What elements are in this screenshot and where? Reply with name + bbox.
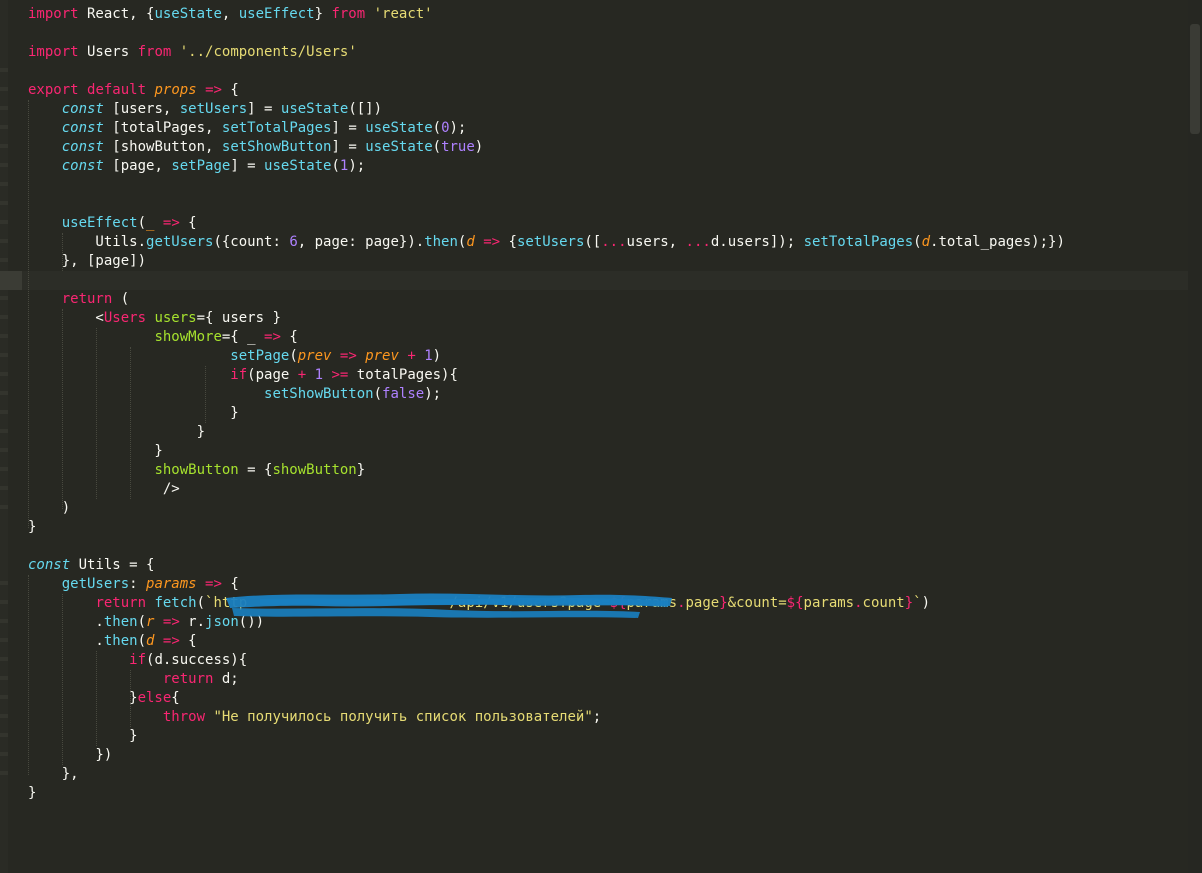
code-line[interactable]: if(page + 1 >= totalPages){ [28, 366, 1065, 385]
code-line[interactable]: }, [page]) [28, 252, 1065, 271]
code-line[interactable] [28, 271, 1065, 290]
code-line[interactable] [28, 537, 1065, 556]
code-line[interactable]: return ( [28, 290, 1065, 309]
code-line[interactable]: const [showButton, setShowButton] = useS… [28, 138, 1065, 157]
code-content[interactable]: import React, {useState, useEffect} from… [28, 5, 1065, 803]
vertical-scrollbar[interactable] [1188, 0, 1202, 873]
code-line[interactable]: } [28, 727, 1065, 746]
editor-gutter [0, 0, 8, 873]
code-line[interactable]: showButton = {showButton} [28, 461, 1065, 480]
code-line[interactable]: } [28, 784, 1065, 803]
code-line[interactable]: const Utils = { [28, 556, 1065, 575]
code-editor[interactable]: import React, {useState, useEffect} from… [0, 0, 1202, 873]
code-line[interactable]: showMore={ _ => { [28, 328, 1065, 347]
code-line[interactable]: .then(d => { [28, 632, 1065, 651]
code-line[interactable] [28, 62, 1065, 81]
code-line[interactable] [28, 176, 1065, 195]
code-line[interactable]: if(d.success){ [28, 651, 1065, 670]
code-line[interactable]: }else{ [28, 689, 1065, 708]
code-line[interactable]: ) [28, 499, 1065, 518]
code-line[interactable]: } [28, 442, 1065, 461]
code-line[interactable]: throw "Не получилось получить список пол… [28, 708, 1065, 727]
code-line[interactable]: Utils.getUsers({count: 6, page: page}).t… [28, 233, 1064, 252]
code-line[interactable]: } [28, 404, 1065, 423]
code-line[interactable]: const [totalPages, setTotalPages] = useS… [28, 119, 1065, 138]
code-line[interactable]: } [28, 423, 1065, 442]
code-line[interactable]: export default props => { [28, 81, 1065, 100]
code-line[interactable]: /> [28, 480, 1065, 499]
redaction-scribble [226, 593, 672, 618]
code-line[interactable]: useEffect(_ => { [28, 214, 1065, 233]
code-line[interactable]: const [page, setPage] = useState(1); [28, 157, 1065, 176]
code-line[interactable]: import Users from '../components/Users' [28, 43, 1065, 62]
code-line[interactable] [28, 24, 1065, 43]
code-line[interactable]: return d; [28, 670, 1065, 689]
code-line[interactable]: }) [28, 746, 1065, 765]
code-line[interactable]: const [users, setUsers] = useState([]) [28, 100, 1065, 119]
code-line[interactable]: setPage(prev => prev + 1) [28, 347, 1065, 366]
code-line[interactable] [28, 195, 1065, 214]
code-line[interactable]: }, [28, 765, 1065, 784]
scrollbar-thumb[interactable] [1190, 24, 1200, 134]
code-line[interactable]: <Users users={ users } [28, 309, 1065, 328]
code-line[interactable]: import React, {useState, useEffect} from… [28, 5, 1065, 24]
current-line-gutter-marker [0, 271, 22, 290]
code-line[interactable]: setShowButton(false); [28, 385, 1065, 404]
code-line[interactable]: } [28, 518, 1065, 537]
